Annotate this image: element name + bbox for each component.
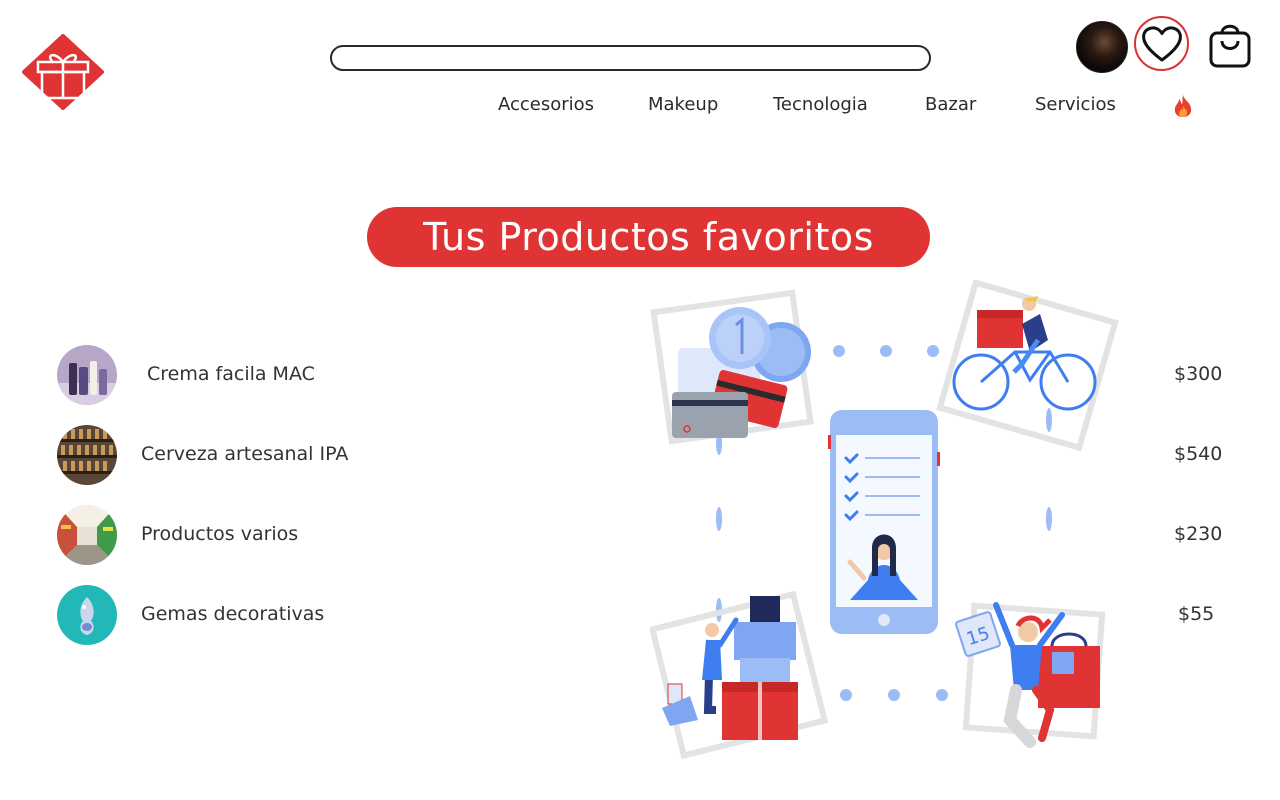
product-name[interactable]: Cerveza artesanal IPA <box>141 443 348 465</box>
product-name[interactable]: Gemas decorativas <box>141 603 324 625</box>
phone-checklist-icon <box>828 410 940 634</box>
happy-shopper-icon: 15 <box>955 602 1106 748</box>
page-title: Tus Productos favoritos <box>367 207 930 267</box>
nav-item-servicios[interactable]: Servicios <box>1035 94 1116 115</box>
product-price: $300 <box>1174 363 1223 385</box>
shopping-illustration: 15 <box>650 280 1119 760</box>
gift-logo-icon[interactable] <box>22 34 104 110</box>
product-thumbnail[interactable] <box>57 425 117 485</box>
product-name[interactable]: Productos varios <box>141 523 298 545</box>
product-price: $55 <box>1178 603 1215 625</box>
search-input[interactable] <box>332 47 929 70</box>
product-thumbnail[interactable] <box>57 585 117 645</box>
product-thumbnail[interactable] <box>57 345 117 405</box>
nav-item-tecnologia[interactable]: Tecnologia <box>773 94 868 115</box>
gift-boxes-icon <box>650 590 829 760</box>
delivery-bike-icon <box>936 280 1119 452</box>
supermarket-aisle-image <box>57 505 117 565</box>
beer-shelf-image <box>57 425 117 485</box>
product-thumbnail[interactable] <box>57 505 117 565</box>
gems-image <box>57 585 117 645</box>
cosmetics-image <box>57 345 117 405</box>
search-bar[interactable] <box>330 45 931 71</box>
nav-item-makeup[interactable]: Makeup <box>648 94 718 115</box>
heart-icon <box>1141 25 1182 61</box>
flame-icon[interactable] <box>1172 94 1194 118</box>
nav-item-bazar[interactable]: Bazar <box>925 94 976 115</box>
product-price: $230 <box>1174 523 1223 545</box>
payment-cards-icon <box>650 289 814 445</box>
product-price: $540 <box>1174 443 1223 465</box>
product-name[interactable]: Crema facila MAC <box>147 363 315 385</box>
nav-item-accesorios[interactable]: Accesorios <box>498 94 594 115</box>
favorites-button[interactable] <box>1134 16 1189 71</box>
shopping-bag-icon[interactable] <box>1207 21 1253 69</box>
user-avatar[interactable] <box>1076 21 1128 73</box>
